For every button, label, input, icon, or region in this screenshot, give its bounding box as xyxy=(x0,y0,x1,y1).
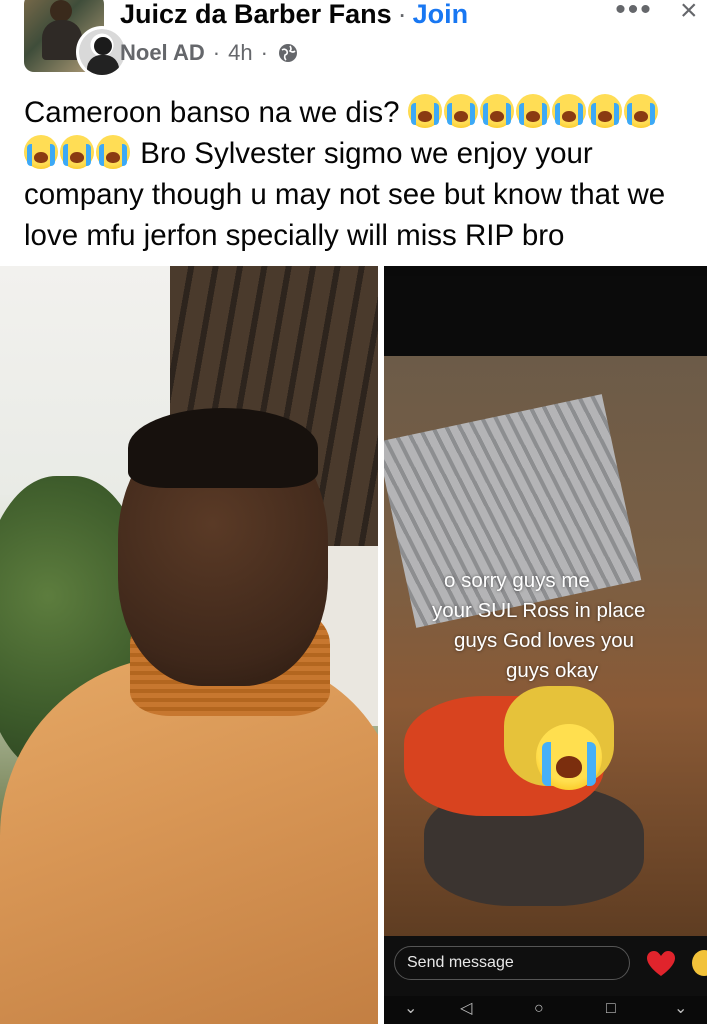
crying-face-emoji-icon xyxy=(443,94,478,128)
crying-face-emoji-icon xyxy=(551,94,586,128)
story-caption: o sorry guys me your SUL Ross in place g… xyxy=(384,566,707,686)
post-body: Cameroon banso na we dis? Bro Sylvester … xyxy=(24,92,707,256)
post-text-line-3: company though u may not see but know th… xyxy=(24,178,666,211)
close-icon[interactable]: × xyxy=(680,0,707,26)
story-top-bar xyxy=(384,276,707,356)
crying-face-emoji-icon xyxy=(60,135,94,169)
author-name-link[interactable]: Noel AD xyxy=(120,38,205,68)
globe-icon xyxy=(278,44,297,62)
post-meta: Noel AD · 4h · xyxy=(120,38,298,68)
emoji-row-2 xyxy=(24,135,132,170)
post-text-segment: Cameroon banso na we dis? xyxy=(24,96,400,129)
post-text-line-4: love mfu jerfon specially will miss RIP … xyxy=(24,219,565,252)
nav-back-icon[interactable]: ◁ xyxy=(460,1000,472,1018)
avatar-stack[interactable] xyxy=(24,0,128,78)
post-text-segment: Bro Sylvester sigmo we enjoy your xyxy=(140,137,593,170)
crying-face-emoji-icon xyxy=(96,135,130,169)
separator-dot: · xyxy=(397,0,407,29)
more-options-icon[interactable]: ••• xyxy=(612,0,656,25)
nav-back-chevron-icon[interactable]: ⌄ xyxy=(404,1000,417,1018)
crying-face-emoji-icon xyxy=(24,135,58,169)
crying-face-emoji-icon xyxy=(587,94,622,128)
story-caption-line-1: o sorry guys me xyxy=(444,569,590,592)
post-header: Juicz da Barber Fans · Join Noel AD · 4h ·… xyxy=(0,0,707,82)
crying-face-emoji-icon xyxy=(479,94,514,128)
story-caption-line-3: guys God loves you xyxy=(454,629,635,652)
post-text-line-1: Cameroon banso na we dis? xyxy=(24,92,707,133)
nav-collapse-icon[interactable]: ⌄ xyxy=(674,1000,687,1018)
crying-face-emoji-icon xyxy=(407,94,442,128)
crying-face-emoji-icon xyxy=(623,94,658,128)
phone-nav-bar: ⌄ ◁ ○ □ ⌄ xyxy=(384,996,707,1024)
heart-icon[interactable] xyxy=(646,950,676,978)
hair-region xyxy=(128,408,318,488)
emoji-reaction-icon[interactable] xyxy=(692,950,707,976)
crying-face-icon xyxy=(536,724,602,790)
nav-home-icon[interactable]: ○ xyxy=(534,1000,544,1018)
nav-recents-icon[interactable]: □ xyxy=(606,1000,616,1018)
post-text-line-2: Bro Sylvester sigmo we enjoy your xyxy=(24,133,707,174)
phone-status-bar xyxy=(384,266,707,276)
join-button[interactable]: Join xyxy=(413,0,469,29)
post-timestamp[interactable]: 4h xyxy=(228,38,252,68)
photo-portrait[interactable] xyxy=(0,266,378,1024)
send-message-input[interactable]: Send message xyxy=(394,946,630,980)
group-title-row: Juicz da Barber Fans · Join xyxy=(120,0,468,30)
meta-separator-2: · xyxy=(260,40,268,65)
meta-separator: · xyxy=(212,40,221,65)
story-caption-line-4: guys okay xyxy=(506,659,599,682)
story-reply-bar: Send message xyxy=(384,936,707,996)
crying-face-emoji-icon xyxy=(515,94,550,128)
story-caption-line-2: your SUL Ross in place xyxy=(432,599,646,622)
group-name-link[interactable]: Juicz da Barber Fans xyxy=(120,0,392,29)
emoji-row-1 xyxy=(407,94,660,129)
photo-story-screenshot[interactable]: o sorry guys me your SUL Ross in place g… xyxy=(384,266,707,1024)
